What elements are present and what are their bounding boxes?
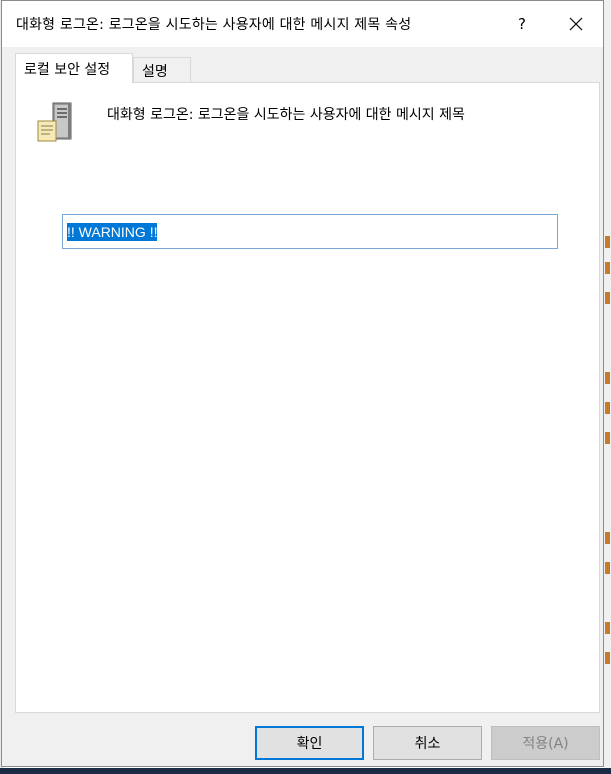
background-mark [605,372,610,384]
background-mark [605,236,610,248]
background-taskbar-edge [0,768,611,774]
tab-label: 로컬 보안 설정 [24,61,111,78]
close-icon [569,17,583,31]
ok-button[interactable]: 확인 [255,726,364,760]
message-title-input[interactable]: !! WARNING !! [62,214,558,249]
title-bar[interactable]: 대화형 로그온: 로그온을 시도하는 사용자에 대한 메시지 제목 속성 ? [2,1,603,47]
background-mark [605,402,610,414]
apply-button[interactable]: 적용(A) [491,726,600,760]
cancel-button[interactable]: 취소 [373,726,482,760]
close-button[interactable] [553,9,599,39]
local-security-setting-panel: 대화형 로그온: 로그온을 시도하는 사용자에 대한 메시지 제목 !! WAR… [15,82,600,713]
tab-explain[interactable]: 설명 [133,57,191,83]
tab-local-security-setting[interactable]: 로컬 보안 설정 [15,53,133,83]
dialog-title: 대화형 로그온: 로그온을 시도하는 사용자에 대한 메시지 제목 속성 [16,17,412,33]
background-mark [605,652,610,664]
server-policy-icon [37,102,72,142]
properties-dialog: 대화형 로그온: 로그온을 시도하는 사용자에 대한 메시지 제목 속성 ? 로… [1,0,604,767]
background-mark [605,532,610,544]
background-mark [605,562,610,574]
background-mark [605,262,610,274]
tab-label: 설명 [142,63,168,80]
background-mark [605,622,610,634]
message-title-value: !! WARNING !! [67,222,158,241]
policy-name: 대화형 로그온: 로그온을 시도하는 사용자에 대한 메시지 제목 [107,107,465,123]
help-button[interactable]: ? [499,9,545,39]
background-window-right-edge [604,0,611,774]
background-mark [605,432,610,444]
background-mark [605,292,610,304]
